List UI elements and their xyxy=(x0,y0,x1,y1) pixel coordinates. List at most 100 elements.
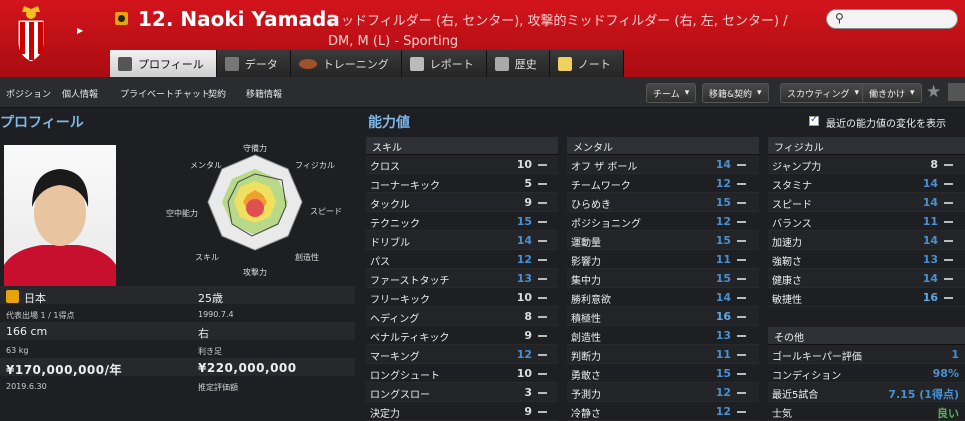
attribute-row: 判断力 11 xyxy=(567,345,759,364)
attribute-label: ペナルティキック xyxy=(370,333,450,344)
attribute-value: 9 xyxy=(524,196,532,209)
subnav-personal[interactable]: 個人情報 xyxy=(62,87,98,100)
attribute-row: 運動量 15 xyxy=(567,231,759,250)
attribute-value: 8 xyxy=(930,158,938,171)
attribute-label: パス xyxy=(370,257,390,268)
attribute-value: 12 xyxy=(516,348,532,361)
tab-history[interactable]: 歴史 xyxy=(486,50,550,77)
attribute-row: タックル 9 xyxy=(366,193,558,212)
wage: ¥170,000,000/年 xyxy=(6,363,122,377)
tab-training[interactable]: トレーニング xyxy=(290,50,402,77)
attribute-value: 良い xyxy=(937,407,959,420)
attribute-label: 健康さ xyxy=(772,276,802,287)
attribute-label: オフ ザ ボール xyxy=(571,162,638,173)
attribute-label: 影響力 xyxy=(571,257,601,268)
attribute-value: 11 xyxy=(715,253,731,266)
radar-label-mental: メンタル xyxy=(190,161,222,170)
attribute-row: 勇敢さ 15 xyxy=(567,364,759,383)
trend-dash-icon xyxy=(737,278,746,280)
attribute-value: 10 xyxy=(516,367,532,380)
attribute-row: コンディション 98% xyxy=(768,364,965,383)
attribute-value: 15 xyxy=(715,367,731,380)
attribute-row: ヘディング 8 xyxy=(366,307,558,326)
attribute-row: マーキング 12 xyxy=(366,345,558,364)
attribute-value: 15 xyxy=(516,215,532,228)
chevron-down-icon: ▾ xyxy=(854,88,859,98)
attribute-row: ファーストタッチ 13 xyxy=(366,269,558,288)
trend-dash-icon xyxy=(538,164,547,166)
trend-dash-icon xyxy=(944,183,953,185)
trend-dash-icon xyxy=(538,183,547,185)
other-panel-title: その他 xyxy=(768,327,965,345)
tab-report[interactable]: レポート xyxy=(401,50,487,77)
attribute-row: スタミナ 14 xyxy=(768,174,965,193)
attribute-label: コンディション xyxy=(772,371,842,382)
attribute-label: ロングシュート xyxy=(370,371,440,382)
subnav-private-chat[interactable]: プライベートチャット xyxy=(120,87,210,100)
chart-icon xyxy=(224,56,239,71)
sub-navigation: ポジション 個人情報 プライベートチャット 契約 移籍情報 チーム ▾ 移籍&契約… xyxy=(0,77,965,108)
attribute-label: ドリブル xyxy=(370,238,410,249)
age: 25歳 xyxy=(198,292,223,305)
team-dropdown[interactable]: チーム ▾ xyxy=(646,83,697,103)
attribute-label: 強靭さ xyxy=(772,257,802,268)
trend-dash-icon xyxy=(944,164,953,166)
trend-dash-icon xyxy=(538,202,547,204)
attribute-value: 12 xyxy=(715,177,731,190)
show-changes-checkbox[interactable] xyxy=(809,114,819,126)
subnav-transfer[interactable]: 移籍情報 xyxy=(246,87,282,100)
subnav-position[interactable]: ポジション xyxy=(6,87,51,100)
attribute-value: 14 xyxy=(715,158,731,171)
attribute-value: 9 xyxy=(524,329,532,342)
attribute-row: バランス 11 xyxy=(768,212,965,231)
attribute-row: パス 12 xyxy=(366,250,558,269)
tab-profile[interactable]: プロフィール xyxy=(110,50,217,77)
attribute-row: スピード 14 xyxy=(768,193,965,212)
trend-dash-icon xyxy=(737,411,746,413)
attribute-row: ジャンプ力 8 xyxy=(768,155,965,174)
attribute-label: 士気 xyxy=(772,409,792,420)
tab-data[interactable]: データ xyxy=(216,50,291,77)
tab-notes[interactable]: ノート xyxy=(549,50,624,77)
report-icon xyxy=(409,56,424,71)
approach-dropdown[interactable]: 働きかけ ▾ xyxy=(862,83,922,103)
trend-dash-icon xyxy=(538,259,547,261)
attribute-label: テクニック xyxy=(370,219,420,230)
attribute-value: 14 xyxy=(715,291,731,304)
attribute-row: ポジショニング 12 xyxy=(567,212,759,231)
radar-label-creativity: 創造性 xyxy=(295,252,319,262)
attribute-value: 1 xyxy=(951,348,959,361)
scouting-dropdown[interactable]: スカウティング ▾ xyxy=(780,83,866,103)
attribute-row: 積極性 16 xyxy=(567,307,759,326)
other-panel: その他 ゴールキーパー評価 1 コンディション 98% 最近5試合 7.15 (1得点) 士気… xyxy=(768,327,965,421)
mental-panel-title: メンタル xyxy=(567,137,759,155)
attribute-value: 13 xyxy=(715,329,731,342)
attribute-value: 13 xyxy=(922,253,938,266)
attribute-value: 16 xyxy=(715,310,731,323)
attribute-value: 12 xyxy=(516,253,532,266)
attribute-row: 創造性 13 xyxy=(567,326,759,345)
radar-label-attacking: 攻撃力 xyxy=(243,267,267,277)
trend-dash-icon xyxy=(737,183,746,185)
trend-dash-icon xyxy=(737,335,746,337)
expand-arrow-icon[interactable]: ▶ xyxy=(77,26,83,35)
attribute-value: 13 xyxy=(516,272,532,285)
attribute-value: 11 xyxy=(715,348,731,361)
contract-expiry: 2019.6.30 xyxy=(6,382,47,391)
star-icon[interactable]: ★ xyxy=(926,82,941,102)
history-icon xyxy=(494,56,509,71)
search-input[interactable]: ⚲ xyxy=(826,9,958,29)
attribute-label: ひらめき xyxy=(571,200,611,211)
transfer-dropdown[interactable]: 移籍&契約 ▾ xyxy=(702,83,769,103)
subnav-contract[interactable]: 契約 xyxy=(208,87,226,100)
attribute-label: ジャンプ力 xyxy=(772,162,822,173)
trend-dash-icon xyxy=(944,240,953,242)
attribute-value: 15 xyxy=(715,272,731,285)
value-label: 推定評価額 xyxy=(198,383,238,392)
club-crest-icon xyxy=(17,6,45,63)
trend-dash-icon xyxy=(944,259,953,261)
trend-dash-icon xyxy=(538,316,547,318)
attribute-label: 最近5試合 xyxy=(772,390,819,401)
menu-icon[interactable] xyxy=(948,83,965,101)
attribute-label: フリーキック xyxy=(370,295,430,306)
